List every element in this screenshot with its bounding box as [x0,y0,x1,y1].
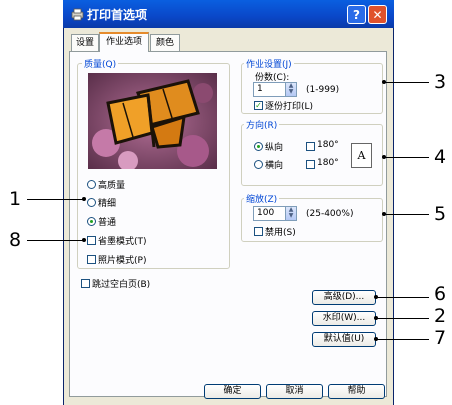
close-button[interactable]: ✕ [368,5,387,24]
job-settings-legend: 作业设置(J) [244,57,294,70]
zoom-disable-checkbox[interactable] [254,227,263,236]
copies-input[interactable]: 1 ▲ ▼ [253,82,297,97]
callout-6-line [376,297,429,298]
landscape-radio[interactable] [254,160,263,169]
quality-legend: 质量(Q) [82,57,119,70]
copies-range: (1-999) [306,85,340,95]
tab-settings[interactable]: 设置 [71,34,99,51]
orientation-preview-icon: A [351,143,372,168]
callout-2: 2 [434,305,447,327]
toner-save-label: 省墨模式(T) [98,237,147,247]
quality-normal-radio[interactable] [87,217,96,226]
zoom-spinner[interactable]: ▲ ▼ [285,207,296,220]
collate-checkbox[interactable]: ✓ [254,101,263,110]
callout-4: 4 [434,146,447,168]
quality-fine-label: 精细 [98,199,117,209]
radio-selected-dot [257,145,260,148]
photo-mode-checkbox[interactable] [87,255,96,264]
copies-value: 1 [257,84,263,94]
rotate-180-checkbox-2[interactable] [306,160,315,169]
advanced-button[interactable]: 高级(D)... [312,290,376,305]
ok-button[interactable]: 确定 [204,384,261,399]
orientation-legend: 方向(R) [244,118,280,131]
quality-high-label: 高质量 [98,181,126,191]
rotate-180-checkbox-1[interactable] [306,142,315,151]
window-title: 打印首选项 [87,8,148,22]
callout-5: 5 [434,203,447,225]
callout-1: 1 [9,188,22,210]
rotate-180-label-2: 180° [317,158,339,168]
callout-1-dot [82,197,86,201]
tab-color[interactable]: 颜色 [150,34,180,51]
quality-preview-image [88,73,217,169]
rotate-180-label-1: 180° [317,140,339,150]
portrait-radio[interactable] [254,142,263,151]
title-bar[interactable]: 打印首选项 ? ✕ [63,0,394,28]
callout-4-line [384,157,429,158]
portrait-label: 纵向 [265,143,284,153]
callout-5-line [384,214,429,215]
callout-6: 6 [434,283,447,305]
callout-8: 8 [9,229,22,251]
collate-label: 逐份打印(L) [265,102,314,112]
skip-blank-checkbox[interactable] [81,279,90,288]
callout-1-line [27,199,84,200]
zoom-disable-label: 禁用(S) [265,228,296,238]
zoom-value: 100 [257,208,275,218]
help-button[interactable]: 帮助 [328,384,385,399]
callout-7: 7 [434,327,447,349]
cancel-button[interactable]: 取消 [266,384,323,399]
zoom-legend: 缩放(Z) [244,192,280,205]
callout-3-line [384,82,429,83]
callout-8-line [27,240,84,241]
tab-job-options[interactable]: 作业选项 [99,32,149,52]
callout-2-line [376,318,429,319]
skip-blank-label: 跳过空白页(B) [92,280,151,290]
copies-spinner[interactable]: ▲ ▼ [285,83,296,96]
default-button[interactable]: 默认值(U) [312,332,376,347]
toner-save-checkbox[interactable] [87,236,96,245]
callout-3: 3 [434,71,447,93]
photo-mode-label: 照片模式(P) [98,256,147,266]
printer-icon [71,8,84,21]
callout-7-line [376,339,429,340]
quality-normal-label: 普通 [98,218,117,228]
watermark-button[interactable]: 水印(W)... [312,311,376,326]
quality-high-radio[interactable] [87,180,96,189]
zoom-input[interactable]: 100 ▲ ▼ [253,206,297,221]
radio-selected-dot [90,220,93,223]
zoom-range: (25-400%) [306,209,354,219]
landscape-label: 横向 [265,161,284,171]
help-title-button[interactable]: ? [347,5,366,24]
callout-8-dot [82,238,86,242]
quality-fine-radio[interactable] [87,198,96,207]
